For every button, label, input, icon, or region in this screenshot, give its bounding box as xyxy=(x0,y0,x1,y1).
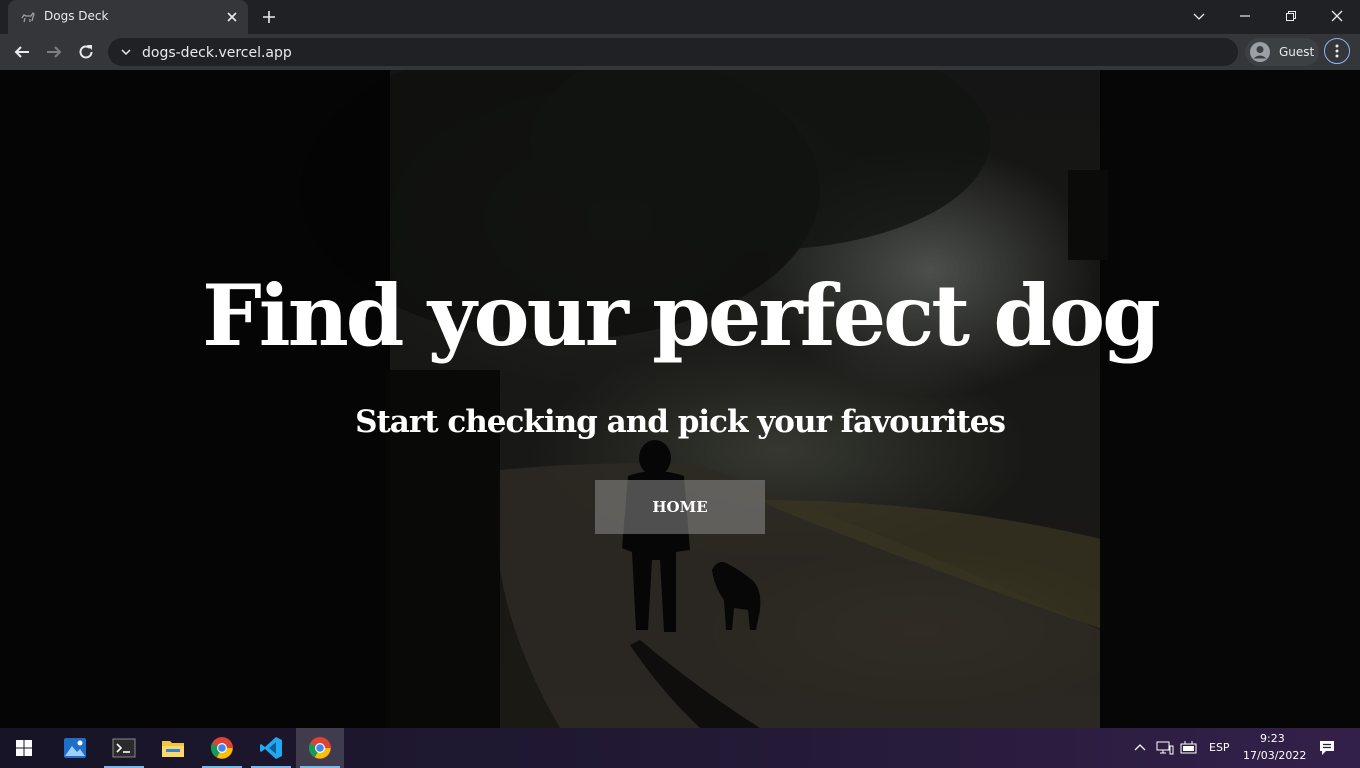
avatar-icon xyxy=(1250,42,1270,62)
taskbar-vscode[interactable] xyxy=(247,728,295,768)
battery-icon[interactable] xyxy=(1180,740,1198,756)
taskbar-file-explorer[interactable] xyxy=(149,728,197,768)
profile-button[interactable]: Guest xyxy=(1245,38,1319,66)
hero-section: Find your perfect dog Start checking and… xyxy=(0,70,1360,728)
forward-button[interactable] xyxy=(43,41,65,63)
close-icon[interactable] xyxy=(224,9,240,25)
close-icon xyxy=(1331,10,1343,22)
back-button[interactable] xyxy=(11,41,33,63)
chevron-down-icon xyxy=(121,49,131,56)
tab-dogs-deck[interactable]: Dogs Deck xyxy=(8,0,248,34)
clock-time[interactable]: 9:23 xyxy=(1260,732,1285,745)
clock-date[interactable]: 17/03/2022 xyxy=(1243,749,1306,762)
tab-title: Dogs Deck xyxy=(44,9,109,23)
file-explorer-icon xyxy=(162,741,184,757)
hero-background-photo xyxy=(0,70,1360,728)
url-text: dogs-deck.vercel.app xyxy=(142,45,292,61)
tab-search-button[interactable] xyxy=(1176,0,1222,32)
taskbar-chrome[interactable] xyxy=(198,728,246,768)
arrow-left-icon xyxy=(14,46,29,58)
hero-title: Find your perfect dog xyxy=(202,266,1161,365)
reload-button[interactable] xyxy=(75,41,97,63)
dog-favicon-icon xyxy=(21,11,35,23)
browser-menu-button[interactable] xyxy=(1324,38,1350,64)
terminal-icon xyxy=(112,738,136,758)
start-button[interactable] xyxy=(0,728,48,768)
notifications-icon[interactable] xyxy=(1318,739,1336,757)
chevron-up-icon[interactable] xyxy=(1134,742,1146,754)
taskbar-chrome-active[interactable] xyxy=(296,728,344,768)
chrome-icon xyxy=(308,737,331,759)
photos-icon xyxy=(64,738,86,758)
taskbar-terminal[interactable] xyxy=(100,728,148,768)
arrow-right-icon xyxy=(47,46,62,58)
windows-taskbar: ESP 9:23 17/03/2022 xyxy=(0,728,1360,768)
more-vertical-icon xyxy=(1335,44,1339,58)
chevron-down-icon xyxy=(1193,13,1205,20)
window-close-button[interactable] xyxy=(1314,0,1360,32)
language-indicator[interactable]: ESP xyxy=(1209,741,1230,754)
address-bar[interactable]: dogs-deck.vercel.app xyxy=(108,38,1238,66)
vscode-icon xyxy=(260,737,282,759)
taskbar-photos[interactable] xyxy=(51,728,99,768)
minimize-button[interactable] xyxy=(1222,0,1268,32)
home-button[interactable]: HOME xyxy=(595,480,765,534)
hero-subtitle: Start checking and pick your favourites xyxy=(355,404,1006,440)
minimize-icon xyxy=(1240,15,1250,17)
reload-icon xyxy=(79,45,93,59)
profile-label: Guest xyxy=(1279,45,1315,59)
chrome-icon xyxy=(210,737,233,759)
restore-button[interactable] xyxy=(1268,0,1314,32)
browser-toolbar: dogs-deck.vercel.app Guest xyxy=(0,34,1360,70)
restore-icon xyxy=(1286,11,1296,21)
new-tab-icon[interactable] xyxy=(260,8,278,26)
network-icon[interactable] xyxy=(1156,740,1174,756)
windows-logo-icon xyxy=(16,740,32,756)
browser-tabstrip: Dogs Deck xyxy=(0,0,1360,34)
